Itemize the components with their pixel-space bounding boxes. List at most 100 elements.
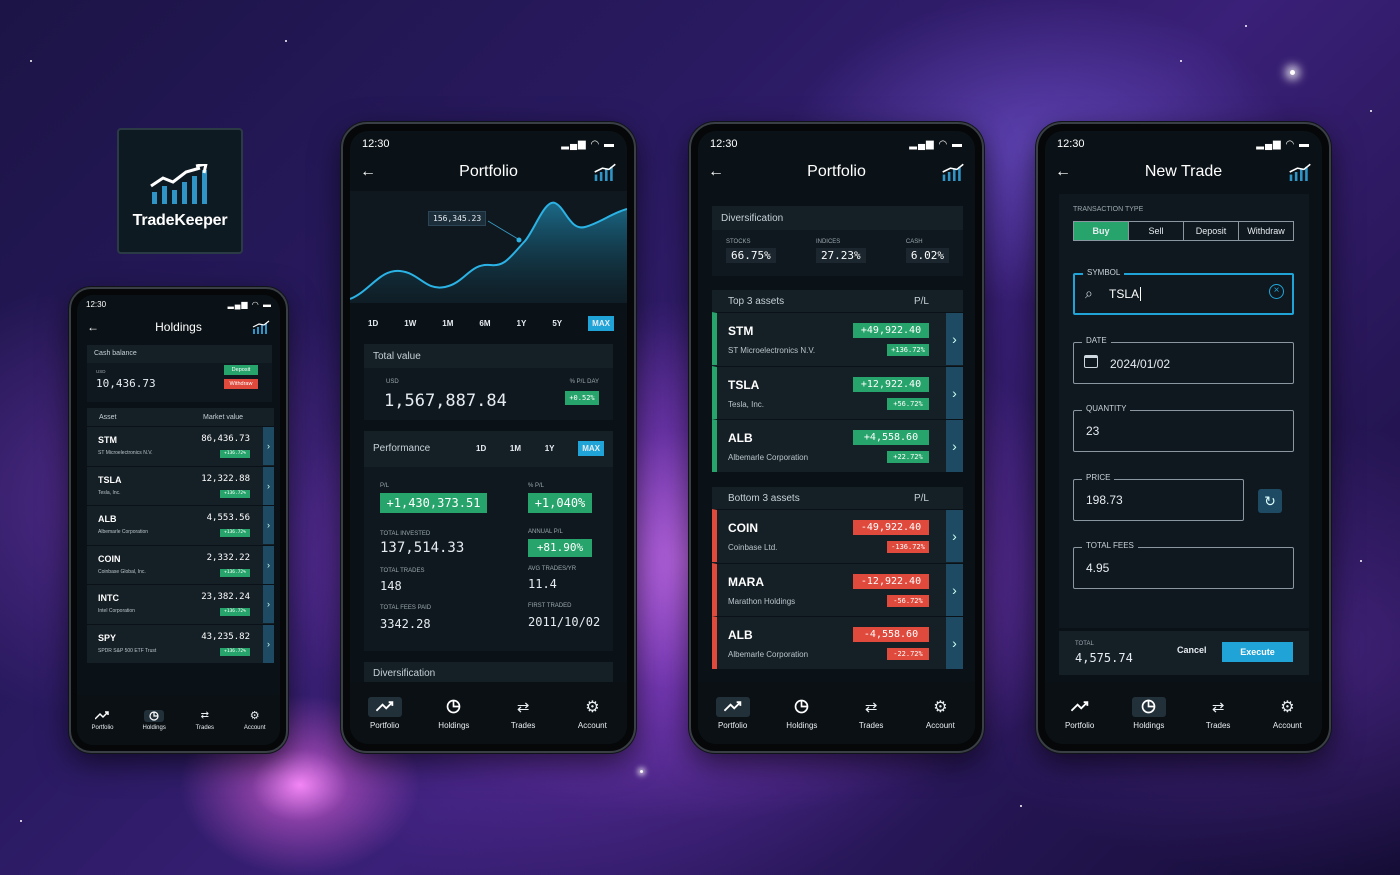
tab-range-5y[interactable]: 5Y <box>552 319 562 328</box>
cancel-button[interactable]: Cancel <box>1177 645 1207 655</box>
chevron-right-icon[interactable]: › <box>946 563 963 616</box>
date-field[interactable]: DATE 2024/01/02 <box>1073 336 1294 384</box>
asset-row[interactable]: STM ST Microelectronics N.V. +49,922.40 +13… <box>712 312 963 365</box>
tab-perf-max[interactable]: MAX <box>578 440 604 456</box>
withdraw-button[interactable]: Withdraw <box>224 379 258 389</box>
asset-row[interactable]: COIN Coinbase Ltd. -49,922.40 -136.72% › <box>712 509 963 562</box>
tab-buy[interactable]: Buy <box>1074 222 1128 240</box>
nav-account[interactable]: ⚙ Account <box>1270 697 1304 730</box>
table-row[interactable]: SPY SPDR S&P 500 ETF Trust 43,235.82 +136.7… <box>87 623 274 663</box>
table-row[interactable]: ALB Albemarle Corporation 4,553.56 +136.72%… <box>87 505 274 544</box>
nav-holdings[interactable]: Holdings <box>785 697 819 730</box>
div-value: 66.75% <box>726 248 776 263</box>
tab-range-1y[interactable]: 1Y <box>517 319 527 328</box>
total-fees-field[interactable]: TOTAL FEES 4.95 <box>1073 541 1294 589</box>
asset-row[interactable]: ALB Albemarle Corporation +4,558.60 +22.72%… <box>712 419 963 472</box>
tab-deposit[interactable]: Deposit <box>1183 222 1238 240</box>
nav-portfolio[interactable]: Portfolio <box>715 696 750 730</box>
market-value: 43,235.82 <box>201 631 250 642</box>
tab-withdraw[interactable]: Withdraw <box>1238 222 1293 240</box>
refresh-price-button[interactable]: ↻ <box>1258 489 1282 513</box>
chevron-right-icon[interactable]: › <box>263 427 274 465</box>
nav-holdings[interactable]: Holdings <box>1131 696 1166 730</box>
table-row[interactable]: COIN Coinbase Global, Inc. 2,332.22 +136.72… <box>87 544 274 584</box>
nav-trades[interactable]: ⇄ Trades <box>854 697 888 730</box>
tab-range-max[interactable]: MAX <box>588 315 614 331</box>
status-icons: ▂▄▆ ◠ ▬ <box>909 138 963 150</box>
nav-account[interactable]: ⚙ Account <box>923 697 957 730</box>
back-arrow-icon[interactable]: ← <box>87 320 99 334</box>
asset-row[interactable]: MARA Marathon Holdings -12,922.40 -56.72% › <box>712 562 963 616</box>
chevron-right-icon[interactable]: › <box>946 420 963 472</box>
trend-icon <box>1070 701 1088 712</box>
asset-symbol: TSLA <box>728 377 760 392</box>
table-row[interactable]: STM ST Microelectronics N.V. 86,436.73 +136… <box>87 426 274 465</box>
price-field[interactable]: PRICE 198.73 <box>1073 473 1244 521</box>
chevron-right-icon[interactable]: › <box>263 506 274 544</box>
nav-trades[interactable]: ⇄ Trades <box>1201 697 1235 730</box>
gear-icon: ⚙ <box>1280 698 1295 716</box>
nav-holdings[interactable]: Holdings <box>437 697 471 730</box>
market-value: 4,553.56 <box>206 513 250 523</box>
date-input[interactable]: 2024/01/02 <box>1110 357 1170 371</box>
chevron-right-icon[interactable]: › <box>263 585 274 623</box>
chevron-right-icon[interactable]: › <box>946 366 963 419</box>
price-input[interactable]: 198.73 <box>1086 493 1123 507</box>
total-fees-input[interactable]: 4.95 <box>1086 561 1109 575</box>
asset-row[interactable]: ALB Albemarle Corporation -4,558.60 -22.72%… <box>712 616 963 669</box>
deposit-button[interactable]: Deposit <box>224 365 258 375</box>
clear-icon[interactable]: × <box>1269 284 1284 299</box>
chevron-right-icon[interactable]: › <box>946 510 963 562</box>
gear-icon: ⚙ <box>933 698 948 716</box>
execute-button[interactable]: Execute <box>1222 642 1293 662</box>
nav-account[interactable]: ⚙ Account <box>244 710 266 731</box>
pl-label: P/L <box>380 483 390 489</box>
quantity-input[interactable]: 23 <box>1086 424 1099 438</box>
pct-badge: +136.72% <box>220 568 250 577</box>
tab-range-1m[interactable]: 1M <box>442 319 453 328</box>
pct-badge: +136.72% <box>220 489 250 498</box>
pct-badge: -56.72% <box>887 594 929 607</box>
diversification-item: INDICES 27.23% <box>815 239 866 263</box>
nav-account[interactable]: ⚙ Account <box>575 697 609 730</box>
refresh-icon: ↻ <box>1264 492 1276 509</box>
nav-holdings[interactable]: Holdings <box>142 709 166 731</box>
div-key: INDICES <box>815 239 841 245</box>
market-value: 12,322.88 <box>201 473 250 484</box>
tab-perf-1y[interactable]: 1Y <box>545 444 555 453</box>
back-arrow-icon[interactable]: ← <box>360 163 376 181</box>
table-row[interactable]: INTC Intel Corporation 23,382.24 +136.72% › <box>87 584 274 623</box>
back-arrow-icon[interactable]: ← <box>1055 163 1071 181</box>
first-traded-label: FIRST TRADED <box>528 603 572 609</box>
back-arrow-icon[interactable]: ← <box>708 163 724 181</box>
tab-sell[interactable]: Sell <box>1128 222 1183 240</box>
nav-portfolio[interactable]: Portfolio <box>367 696 402 730</box>
tab-perf-1d[interactable]: 1D <box>476 444 486 453</box>
nav-trades[interactable]: ⇄ Trades <box>506 697 540 730</box>
performance-label: Performance <box>373 443 431 454</box>
chevron-right-icon[interactable]: › <box>263 545 274 584</box>
nav-portfolio[interactable]: Portfolio <box>1063 697 1097 730</box>
pl-badge: -49,922.40 <box>853 520 929 535</box>
quantity-field[interactable]: QUANTITY 23 <box>1073 404 1294 452</box>
asset-name: ST Microelectronics N.V. <box>728 346 816 355</box>
tab-perf-1m[interactable]: 1M <box>510 444 521 453</box>
div-value: 6.02% <box>905 248 949 263</box>
table-row[interactable]: TSLA Tesla, Inc. 12,322.88 +136.72% › <box>87 465 274 505</box>
tab-range-1d[interactable]: 1D <box>368 319 378 328</box>
asset-symbol: COIN <box>728 521 758 535</box>
chevron-right-icon[interactable]: › <box>946 313 963 365</box>
symbol-field[interactable]: SYMBOL ⌕ TSLA × <box>1073 268 1294 315</box>
chevron-right-icon[interactable]: › <box>263 624 274 663</box>
gear-icon: ⚙ <box>585 698 600 716</box>
status-time: 12:30 <box>86 299 107 309</box>
nav-trades[interactable]: ⇄ Trades <box>195 710 215 731</box>
chevron-right-icon[interactable]: › <box>946 617 963 669</box>
nav-portfolio[interactable]: Portfolio <box>91 710 114 731</box>
tab-range-1w[interactable]: 1W <box>404 319 416 328</box>
chevron-right-icon[interactable]: › <box>263 466 274 505</box>
symbol-input[interactable]: TSLA <box>1109 287 1142 301</box>
trade-footer: TOTAL 4,575.74 Cancel Execute <box>1059 631 1309 675</box>
tab-range-6m[interactable]: 6M <box>479 319 490 328</box>
asset-row[interactable]: TSLA Tesla, Inc. +12,922.40 +56.72% › <box>712 365 963 419</box>
